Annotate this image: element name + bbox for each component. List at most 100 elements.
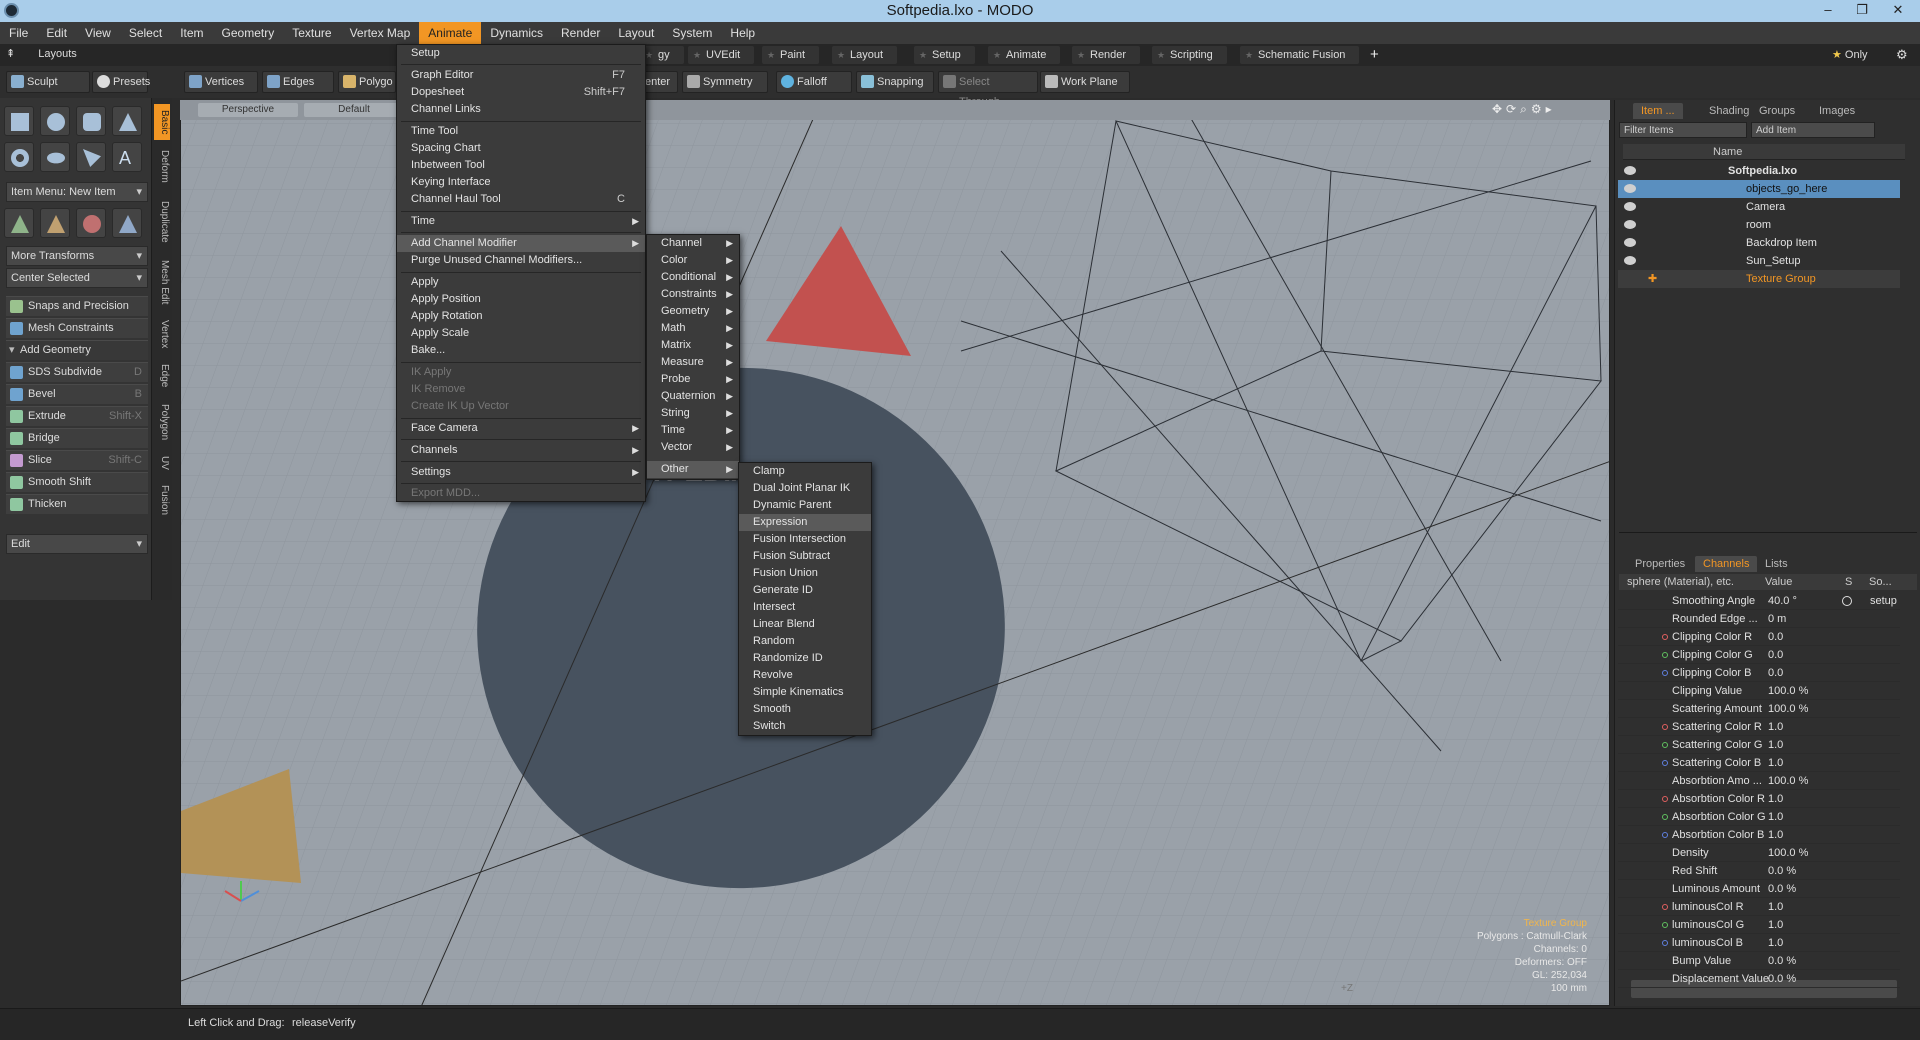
menu-animate[interactable]: Animate bbox=[419, 22, 482, 44]
modifier-clamp[interactable]: Clamp bbox=[739, 463, 871, 480]
channel-row[interactable]: Displacement Value 0.0 % bbox=[1618, 970, 1900, 988]
menu-item[interactable]: Item bbox=[171, 22, 212, 44]
visibility-eye-icon[interactable] bbox=[1624, 256, 1636, 265]
channel-row[interactable]: luminousCol B 1.0 bbox=[1618, 934, 1900, 952]
menu-layout[interactable]: Layout bbox=[609, 22, 663, 44]
menu-apply-scale[interactable]: Apply Scale bbox=[397, 325, 645, 342]
viewport-nav-icons[interactable]: ✥⟳⌕⚙▸ bbox=[1492, 102, 1556, 117]
menu-geometry[interactable]: Geometry bbox=[213, 22, 284, 44]
channel-row[interactable]: Clipping Value 100.0 % bbox=[1618, 682, 1900, 700]
bridge-button[interactable]: Bridge bbox=[6, 428, 148, 448]
item-row-scene[interactable]: Softpedia.lxo bbox=[1618, 162, 1900, 180]
center-selected-dropdown[interactable]: Center Selected bbox=[6, 268, 148, 288]
modifier-simple-kinematics[interactable]: Simple Kinematics bbox=[739, 684, 871, 701]
minimize-button[interactable]: – bbox=[1812, 0, 1844, 20]
menu-dynamics[interactable]: Dynamics bbox=[481, 22, 552, 44]
select-through-button[interactable]: Select Through bbox=[938, 71, 1038, 108]
layout-tab-paint[interactable]: Paint bbox=[762, 46, 820, 64]
menu-purge-modifiers[interactable]: Purge Unused Channel Modifiers... bbox=[397, 252, 645, 269]
menu-channel-links[interactable]: Channel Links bbox=[397, 101, 645, 118]
layout-tab-render[interactable]: Render bbox=[1072, 46, 1141, 64]
modifier-fusion-union[interactable]: Fusion Union bbox=[739, 565, 871, 582]
channel-row[interactable]: Scattering Color G 1.0 bbox=[1618, 736, 1900, 754]
extrude-button[interactable]: Extrude Shift-X bbox=[6, 406, 148, 426]
text-tool-button[interactable]: A bbox=[112, 142, 142, 172]
curve-tool-button[interactable] bbox=[40, 142, 70, 172]
channel-row[interactable]: Absorbtion Color G 1.0 bbox=[1618, 808, 1900, 826]
vtab-uv[interactable]: UV bbox=[154, 452, 170, 474]
modifier-randomize-id[interactable]: Randomize ID bbox=[739, 650, 871, 667]
layouts-label[interactable]: ⇞ Layouts bbox=[6, 47, 77, 60]
channel-row[interactable]: Scattering Amount 100.0 % bbox=[1618, 700, 1900, 718]
submenu-conditional[interactable]: Conditional ▶ bbox=[647, 269, 739, 286]
vtab-polygon[interactable]: Polygon bbox=[154, 398, 170, 446]
3d-viewport[interactable]: +Z SOFTPEDIA Texture Group Polygons : Ca… bbox=[180, 100, 1610, 1006]
tab-groups[interactable]: Groups bbox=[1751, 103, 1803, 119]
submenu-time[interactable]: Time ▶ bbox=[647, 422, 739, 439]
snapping-button[interactable]: Snapping bbox=[856, 71, 934, 93]
smooth-shift-button[interactable]: Smooth Shift bbox=[6, 472, 148, 492]
menu-keying-interface[interactable]: Keying Interface bbox=[397, 174, 645, 191]
vertices-mode-button[interactable]: Vertices bbox=[184, 71, 258, 93]
torus-primitive-button[interactable] bbox=[4, 142, 34, 172]
cylinder-primitive-button[interactable] bbox=[76, 106, 106, 136]
vtab-mesh-edit[interactable]: Mesh Edit bbox=[154, 254, 170, 310]
submenu-channel[interactable]: Channel ▶ bbox=[647, 235, 739, 252]
menu-apply[interactable]: Apply bbox=[397, 274, 645, 291]
item-row-texture-group[interactable]: ✚ Texture Group bbox=[1618, 270, 1900, 288]
default-style-button[interactable]: Default bbox=[304, 103, 404, 117]
menu-apply-position[interactable]: Apply Position bbox=[397, 291, 645, 308]
vtab-fusion[interactable]: Fusion bbox=[154, 480, 170, 520]
visibility-eye-icon[interactable] bbox=[1624, 166, 1636, 175]
modifier-dual-joint-planar-ik[interactable]: Dual Joint Planar IK bbox=[739, 480, 871, 497]
menu-face-camera[interactable]: Face Camera ▶ bbox=[397, 420, 645, 437]
add-geometry-header[interactable]: ▾ Add Geometry bbox=[6, 340, 148, 360]
submenu-constraints[interactable]: Constraints ▶ bbox=[647, 286, 739, 303]
channel-row[interactable]: Absorbtion Color B 1.0 bbox=[1618, 826, 1900, 844]
cone-primitive-button[interactable] bbox=[112, 106, 142, 136]
menu-channel-haul-tool[interactable]: Channel Haul Tool C bbox=[397, 191, 645, 208]
visibility-eye-icon[interactable] bbox=[1624, 184, 1636, 193]
submenu-string[interactable]: String ▶ bbox=[647, 405, 739, 422]
transform-tool-button[interactable] bbox=[112, 208, 142, 238]
menu-view[interactable]: View bbox=[76, 22, 120, 44]
menu-vertex-map[interactable]: Vertex Map bbox=[341, 22, 420, 44]
perspective-view-button[interactable]: Perspective bbox=[198, 103, 298, 117]
modifier-fusion-subtract[interactable]: Fusion Subtract bbox=[739, 548, 871, 565]
modifier-linear-blend[interactable]: Linear Blend bbox=[739, 616, 871, 633]
submenu-geometry[interactable]: Geometry ▶ bbox=[647, 303, 739, 320]
channel-row[interactable]: Clipping Color R 0.0 bbox=[1618, 628, 1900, 646]
item-row-room[interactable]: room bbox=[1618, 216, 1900, 234]
submenu-other[interactable]: Other ▶ bbox=[647, 461, 739, 478]
visibility-eye-icon[interactable] bbox=[1624, 202, 1636, 211]
layout-tab-animate[interactable]: Animate bbox=[988, 46, 1061, 64]
channel-row[interactable]: Absorbtion Amo ... 100.0 % bbox=[1618, 772, 1900, 790]
submenu-color[interactable]: Color ▶ bbox=[647, 252, 739, 269]
submenu-math[interactable]: Math ▶ bbox=[647, 320, 739, 337]
tab-properties[interactable]: Properties bbox=[1627, 556, 1693, 572]
sculpt-button[interactable]: Sculpt bbox=[6, 71, 90, 93]
slice-button[interactable]: Slice Shift-C bbox=[6, 450, 148, 470]
item-menu-dropdown[interactable]: Item Menu: New Item bbox=[6, 182, 148, 202]
menu-select[interactable]: Select bbox=[120, 22, 171, 44]
menu-add-channel-modifier[interactable]: Add Channel Modifier ▶ bbox=[397, 235, 645, 252]
channel-row[interactable]: Scattering Color R 1.0 bbox=[1618, 718, 1900, 736]
pen-tool-button[interactable] bbox=[76, 142, 106, 172]
presets-button[interactable]: Presets bbox=[92, 71, 150, 93]
item-row-sun-setup[interactable]: Sun_Setup bbox=[1618, 252, 1900, 270]
setup-radio-icon[interactable] bbox=[1842, 596, 1852, 606]
menu-spacing-chart[interactable]: Spacing Chart bbox=[397, 140, 645, 157]
item-row-backdrop[interactable]: Backdrop Item bbox=[1618, 234, 1900, 252]
cube-primitive-button[interactable] bbox=[4, 106, 34, 136]
menu-apply-rotation[interactable]: Apply Rotation bbox=[397, 308, 645, 325]
channel-row[interactable]: Absorbtion Color R 1.0 bbox=[1618, 790, 1900, 808]
submenu-measure[interactable]: Measure ▶ bbox=[647, 354, 739, 371]
close-button[interactable]: ✕ bbox=[1882, 0, 1914, 20]
falloff-button[interactable]: Falloff bbox=[776, 71, 852, 93]
vtab-vertex[interactable]: Vertex bbox=[154, 314, 170, 354]
tab-items[interactable]: Item ... bbox=[1633, 103, 1683, 119]
item-row-camera[interactable]: Camera bbox=[1618, 198, 1900, 216]
vtab-duplicate[interactable]: Duplicate bbox=[154, 194, 170, 250]
rotate-tool-button[interactable] bbox=[40, 208, 70, 238]
layout-tab-schematic-fusion[interactable]: Schematic Fusion bbox=[1240, 46, 1360, 64]
